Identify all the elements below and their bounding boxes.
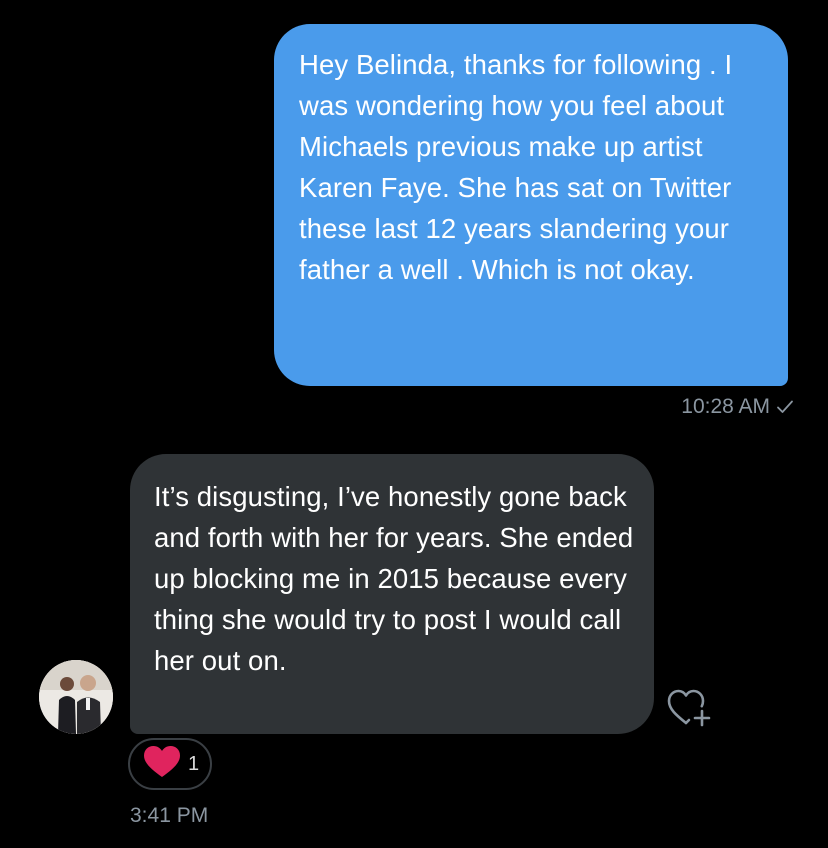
avatar[interactable]	[39, 660, 113, 734]
incoming-message-text: It’s disgusting, I’ve honestly gone back…	[154, 481, 634, 676]
reaction-pill[interactable]: 1	[128, 738, 212, 790]
heart-icon	[142, 744, 182, 785]
heart-plus-icon[interactable]	[666, 686, 714, 730]
outgoing-message-text: Hey Belinda, thanks for following . I wa…	[299, 49, 733, 285]
incoming-timestamp: 3:41 PM	[130, 804, 209, 827]
incoming-message-bubble[interactable]: It’s disgusting, I’ve honestly gone back…	[130, 454, 654, 734]
conversation: Hey Belinda, thanks for following . I wa…	[0, 0, 828, 848]
outgoing-message-meta: 10:28 AM	[681, 395, 794, 419]
outgoing-message-bubble[interactable]: Hey Belinda, thanks for following . I wa…	[274, 24, 788, 386]
outgoing-timestamp: 10:28 AM	[681, 395, 770, 418]
reaction-count: 1	[188, 752, 200, 775]
check-icon	[776, 399, 794, 415]
